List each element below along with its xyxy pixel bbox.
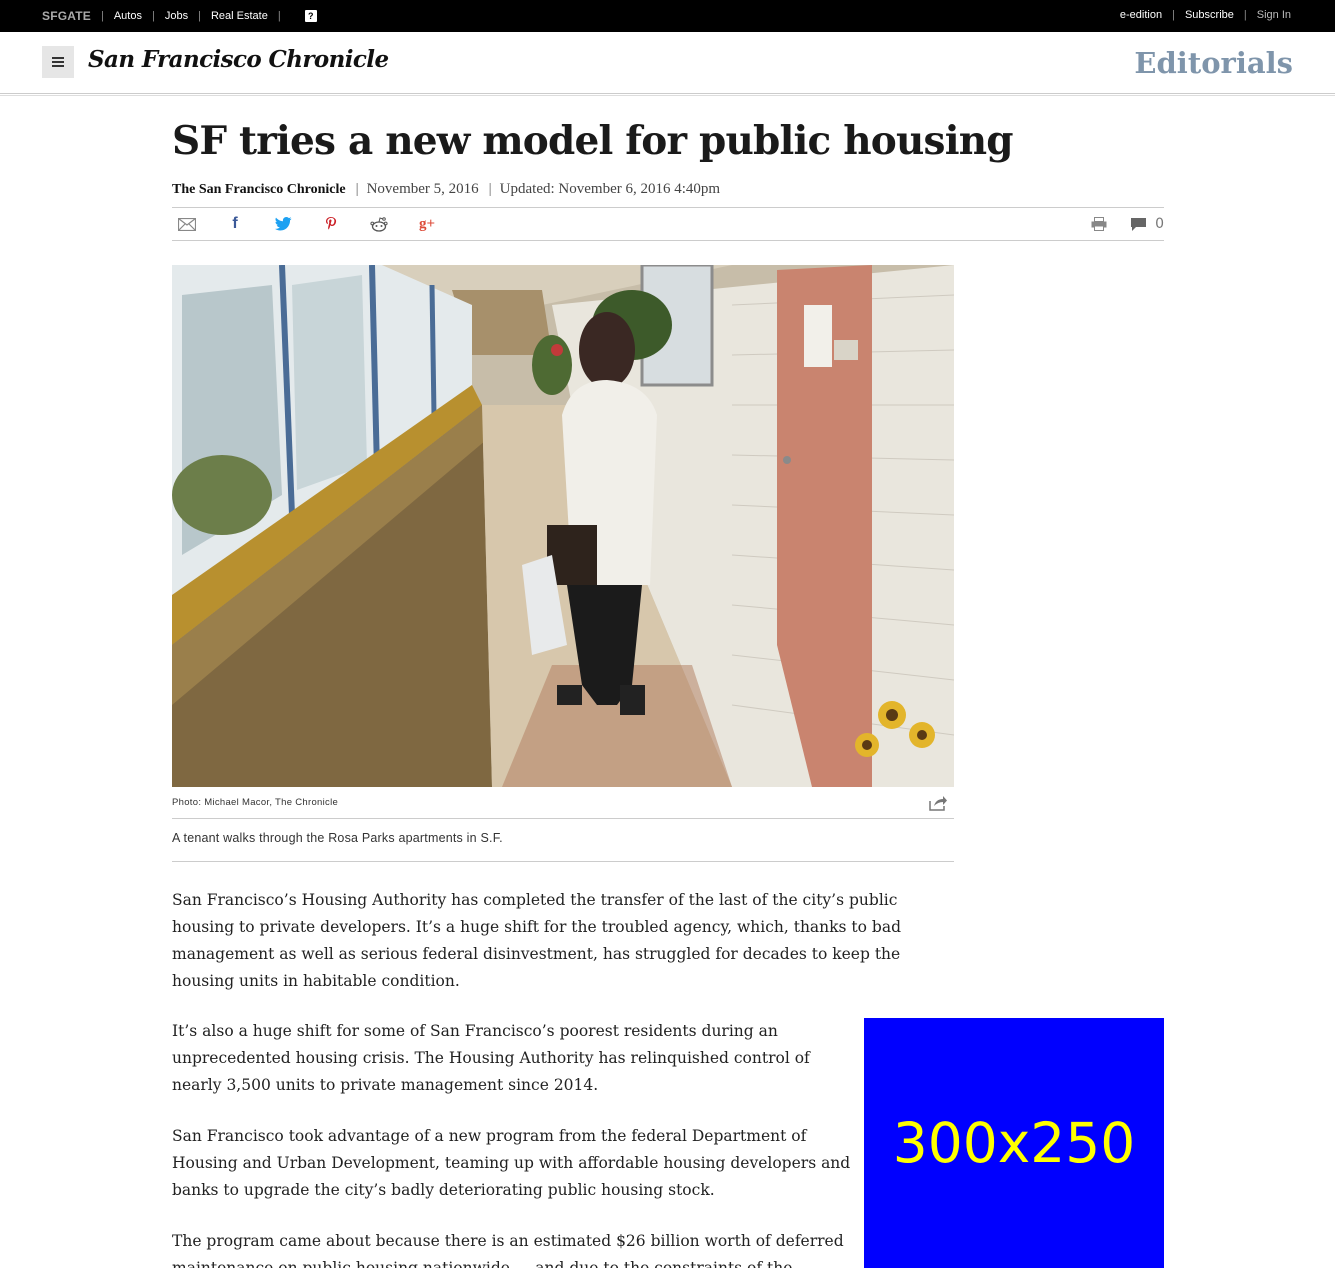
separator: |	[355, 181, 359, 197]
photo-credit-row: Photo: Michael Macor, The Chronicle	[172, 793, 954, 819]
article-headline: SF tries a new model for public housing	[172, 118, 1014, 164]
print-icon[interactable]	[1090, 216, 1108, 232]
separator: |	[1243, 9, 1247, 21]
ad-placeholder[interactable]: 300x250	[864, 1018, 1164, 1268]
top-nav-right: e-edition | Subscribe | Sign In	[1120, 9, 1291, 21]
chronicle-logo[interactable]: San Francisco Chronicle	[88, 46, 389, 73]
e-edition-link[interactable]: e-edition	[1120, 9, 1162, 21]
masthead: San Francisco Chronicle Editorials	[0, 32, 1335, 96]
separator: |	[198, 10, 201, 22]
separator: |	[277, 10, 281, 22]
sfgate-link[interactable]: SFGATE	[42, 9, 91, 23]
sign-in-link[interactable]: Sign In	[1257, 9, 1291, 21]
help-icon[interactable]: ?	[304, 10, 317, 22]
google-plus-icon[interactable]: g+	[418, 216, 436, 232]
email-icon[interactable]	[178, 216, 196, 232]
top-nav-left: SFGATE | Autos | Jobs | Real Estate | ?	[42, 9, 317, 23]
author-name[interactable]: The San Francisco Chronicle	[172, 182, 346, 198]
top-nav-bar: SFGATE | Autos | Jobs | Real Estate | ? …	[0, 0, 1335, 32]
separator: |	[488, 181, 492, 197]
article-paragraph: San Francisco took advantage of a new pr…	[172, 1127, 851, 1199]
share-bar: f g+ 0	[172, 207, 1164, 241]
twitter-icon[interactable]	[274, 216, 292, 232]
separator: |	[151, 10, 155, 22]
article-paragraph: The program came about because there is …	[172, 1232, 844, 1268]
photo-credit: Photo: Michael Macor, The Chronicle	[172, 797, 339, 808]
reddit-icon[interactable]	[370, 216, 388, 232]
article-photo[interactable]	[172, 265, 954, 787]
facebook-icon[interactable]: f	[226, 215, 244, 232]
menu-icon[interactable]	[42, 46, 74, 78]
section-title[interactable]: Editorials	[1134, 46, 1293, 80]
pinterest-icon[interactable]	[322, 216, 340, 232]
autos-link[interactable]: Autos	[114, 10, 142, 22]
separator: |	[100, 10, 104, 22]
article-paragraph: San Francisco’s Housing Authority has co…	[172, 891, 901, 990]
updated-date: Updated: November 6, 2016 4:40pm	[499, 181, 721, 197]
article-paragraph: It’s also a huge shift for some of San F…	[172, 1022, 810, 1094]
jobs-link[interactable]: Jobs	[165, 10, 188, 22]
photo-caption: A tenant walks through the Rosa Parks ap…	[172, 831, 954, 862]
comment-count[interactable]: 0	[1155, 216, 1164, 232]
real-estate-link[interactable]: Real Estate	[211, 10, 268, 22]
subscribe-link[interactable]: Subscribe	[1185, 9, 1234, 21]
share-photo-icon[interactable]	[928, 795, 948, 816]
separator: |	[1172, 9, 1175, 21]
ad-label: 300x250	[892, 1111, 1136, 1175]
publish-date: November 5, 2016	[366, 181, 479, 197]
comment-icon[interactable]	[1129, 216, 1147, 232]
byline: The San Francisco Chronicle | November 5…	[172, 181, 720, 198]
